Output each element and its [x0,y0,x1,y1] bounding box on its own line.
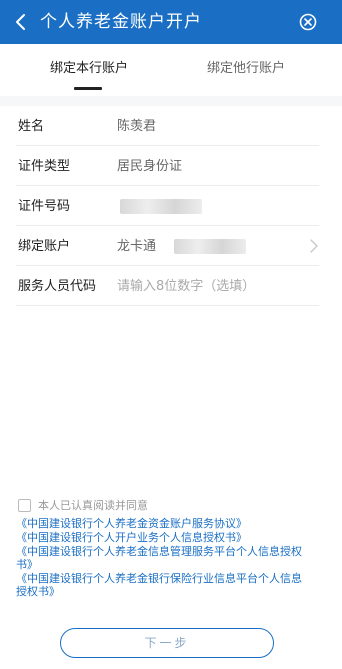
bound-account-value: 龙卡通 [117,239,157,254]
name-value: 陈羡君 [117,119,157,134]
bound-account-label: 绑定账户 [18,239,71,254]
form-row-name: 姓名 陈羡君 [16,106,319,146]
close-circle-icon[interactable] [298,12,318,32]
form-row-service-code: 服务人员代码 请输入8位数字（选填） [16,266,319,306]
service-code-input[interactable]: 请输入8位数字（选填） [117,278,255,295]
chevron-right-icon [310,239,318,253]
agreement-link-account-opening[interactable]: 《中国建设银行个人开户业务个人信息授权书》 [16,531,306,544]
form-row-bound-account[interactable]: 绑定账户 龙卡通 [16,226,319,266]
tab-bar: 绑定本行账户 绑定他行账户 [0,44,342,96]
form-row-id-number: 证件号码 [16,186,319,226]
form-row-id-type: 证件类型 居民身份证 [16,146,319,186]
section-divider [0,96,342,106]
agreement-checkbox[interactable] [18,499,31,512]
back-arrow-icon[interactable] [10,10,32,34]
agreement-link-info-platform[interactable]: 《中国建设银行个人养老金信息管理服务平台个人信息授权书》 [16,545,306,571]
header-bar: 个人养老金账户开户 [0,0,342,44]
name-label: 姓名 [18,119,45,134]
agreement-text: 本人已认真阅读并同意 [38,499,148,512]
service-code-label: 服务人员代码 [18,279,97,294]
agreement-link-insurance-platform[interactable]: 《中国建设银行个人养老金银行保险行业信息平台个人信息授权书》 [16,572,306,598]
account-form: 姓名 陈羡君 证件类型 居民身份证 证件号码 绑定账户 龙卡通 服务人员代码 请… [0,106,342,306]
active-tab-indicator [74,87,102,90]
id-number-label: 证件号码 [18,199,71,214]
id-type-label: 证件类型 [18,159,71,174]
id-number-redacted [120,199,202,214]
page-title: 个人养老金账户开户 [40,12,202,32]
agreement-link-fund-account[interactable]: 《中国建设银行个人养老金资金账户服务协议》 [16,517,306,530]
account-number-redacted [174,239,246,254]
tab-bind-other-bank[interactable]: 绑定他行账户 [207,60,285,78]
next-step-button[interactable]: 下一步 [60,628,274,658]
tab-bind-own-bank[interactable]: 绑定本行账户 [50,60,128,78]
agreement-links: 《中国建设银行个人养老金资金账户服务协议》 《中国建设银行个人开户业务个人信息授… [16,517,306,599]
id-type-value: 居民身份证 [117,159,183,174]
